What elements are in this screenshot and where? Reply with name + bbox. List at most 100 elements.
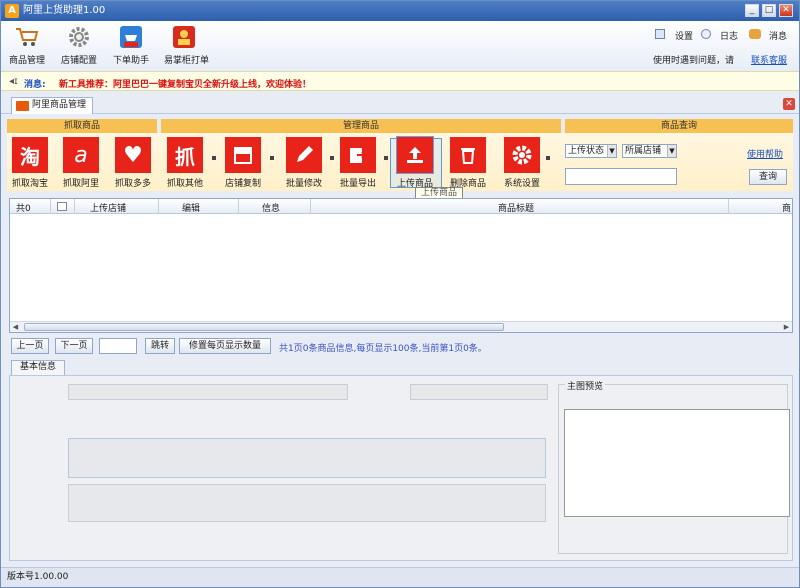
print-order-label: 易掌柜打单 [164, 56, 210, 66]
batch-edit-label: 批量修改 [285, 179, 322, 189]
detail-field-desc[interactable] [68, 438, 546, 478]
fetch-duoduo-button[interactable]: ♥ 抓取多多 [113, 137, 153, 189]
cart-icon [14, 24, 40, 50]
system-settings-button[interactable]: 系统设置 [502, 137, 542, 189]
horizontal-scrollbar[interactable]: ◀ ▶ [10, 321, 792, 332]
col-separator [310, 199, 311, 214]
shop-copy-button[interactable]: 店铺复制 [223, 137, 263, 189]
fetch-ali-button[interactable]: a 抓取阿里 [61, 137, 101, 189]
main-image-area [564, 409, 790, 517]
app-logo-icon: A [5, 4, 19, 18]
batch-edit-button[interactable]: 批量修改 [284, 137, 324, 189]
col-upload-shop[interactable]: 上传店铺 [90, 201, 126, 214]
app-window: A 阿里上货助理1.00 _ □ ✕ 商品管理 店铺配置 下单助手 易掌柜打单 … [0, 0, 800, 588]
select-all-checkbox[interactable] [57, 202, 67, 211]
fetch-other-label: 抓取其他 [166, 179, 203, 189]
fetch-other-button[interactable]: 抓 抓取其他 [165, 137, 205, 189]
shop-copy-label: 店铺复制 [224, 179, 261, 189]
batch-export-label: 批量导出 [339, 179, 376, 189]
col-info[interactable]: 信息 [262, 201, 280, 214]
close-button[interactable]: ✕ [779, 4, 793, 17]
trash-icon [450, 137, 486, 173]
scroll-right-icon[interactable]: ▶ [781, 322, 792, 332]
log-icon [701, 29, 711, 39]
chevron-down-icon: ▼ [607, 145, 616, 157]
scroll-thumb[interactable] [24, 323, 504, 331]
detail-field-title[interactable] [68, 384, 348, 400]
group-fetch-header: 抓取商品 [7, 119, 157, 133]
order-helper-icon [118, 24, 144, 50]
settings-link[interactable]: 设置 [675, 29, 693, 42]
product-grid: 共0 上传店铺 编辑 信息 商品标题 商 ◀ ▶ [9, 198, 793, 333]
detail-field-attrs[interactable] [68, 484, 546, 522]
fetch-ali-label: 抓取阿里 [62, 179, 99, 189]
next-page-button[interactable]: 下一页 [55, 338, 93, 354]
col-title[interactable]: 商品标题 [498, 201, 534, 214]
minimize-button[interactable]: _ [745, 4, 759, 17]
upload-status-select[interactable]: 上传状态 ▼ [565, 144, 617, 158]
search-button[interactable]: 查询 [749, 169, 787, 185]
batch-export-button[interactable]: 批量导出 [338, 137, 378, 189]
scroll-left-icon[interactable]: ◀ [10, 322, 21, 332]
store-icon [225, 137, 261, 173]
tab-icon [16, 101, 29, 111]
dropdown-arrow-icon[interactable] [270, 156, 274, 160]
jump-button[interactable]: 跳转 [145, 338, 175, 354]
help-link[interactable]: 使用帮助 [747, 147, 783, 160]
col-count: 共0 [16, 204, 31, 214]
shop-config-label: 店铺配置 [60, 56, 97, 66]
speaker-icon: ◂ɪ [9, 76, 18, 87]
title-bar: A 阿里上货助理1.00 _ □ ✕ [1, 1, 799, 21]
order-helper-button[interactable]: 下单助手 [111, 24, 151, 66]
main-image-preview: 主图预览 [558, 379, 790, 554]
dropdown-arrow-icon[interactable] [330, 156, 334, 160]
col-extra[interactable]: 商 [782, 201, 791, 214]
upload-icon [396, 136, 434, 174]
col-separator [50, 199, 51, 214]
detail-field-price[interactable] [410, 384, 548, 400]
pager: 上一页 下一页 跳转 修置每页显示数量 共1页0条商品信息,每页显示100条,当… [9, 338, 793, 358]
fetch-taobao-button[interactable]: 淘 抓取淘宝 [10, 137, 50, 189]
window-title: 阿里上货助理1.00 [23, 5, 106, 16]
product-manage-label: 商品管理 [8, 56, 45, 66]
delete-product-button[interactable]: 删除商品 [448, 137, 488, 189]
shop-filter-select[interactable]: 所属店铺 ▼ [622, 144, 677, 158]
log-link[interactable]: 日志 [720, 29, 738, 42]
page-size-button[interactable]: 修置每页显示数量 [179, 338, 271, 354]
tab-close-icon[interactable]: ✕ [783, 98, 795, 110]
search-input[interactable] [565, 168, 677, 185]
col-edit[interactable]: 编辑 [182, 201, 200, 214]
page-number-input[interactable] [99, 338, 137, 354]
message-text[interactable]: 新工具推荐：阿里巴巴一键复制宝贝全新升级上线，欢迎体验！ [59, 77, 311, 90]
shop-config-button[interactable]: 店铺配置 [59, 24, 99, 66]
dropdown-arrow-icon[interactable] [212, 156, 216, 160]
settings-gear-icon [504, 137, 540, 173]
message-bar: ◂ɪ 消息: 新工具推荐：阿里巴巴一键复制宝贝全新升级上线，欢迎体验！ [1, 71, 799, 91]
tab-ali-products[interactable]: 阿里商品管理 [11, 97, 94, 114]
main-image-label: 主图预览 [565, 379, 606, 392]
detail-panel: 主图预览 [9, 375, 793, 561]
upload-status-label: 上传状态 [568, 146, 605, 156]
pager-info: 共1页0条商品信息,每页显示100条,当前第1页0条。 [279, 344, 487, 354]
tab-strip: 阿里商品管理 ✕ [1, 94, 799, 114]
maximize-button[interactable]: □ [762, 4, 776, 17]
group-query-header: 商品查询 [565, 119, 793, 133]
print-order-button[interactable]: 易掌柜打单 [164, 24, 210, 66]
messages-link[interactable]: 消息 [769, 29, 787, 42]
dropdown-arrow-icon[interactable] [546, 156, 550, 160]
prev-page-button[interactable]: 上一页 [11, 338, 49, 354]
tab-basic-info[interactable]: 基本信息 [11, 360, 66, 375]
dropdown-arrow-icon[interactable] [384, 156, 388, 160]
settings-icon [655, 29, 665, 39]
message-label: 消息: [24, 80, 46, 90]
export-icon [340, 137, 376, 173]
col-separator [728, 199, 729, 214]
group-manage-header: 管理商品 [161, 119, 561, 133]
main-toolbar: 商品管理 店铺配置 下单助手 易掌柜打单 设置 日志 消息 使用时遇到问题，请 … [1, 21, 799, 71]
upload-product-button[interactable]: 上传商品 [395, 136, 435, 189]
contact-service-link[interactable]: 联系客服 [751, 53, 787, 66]
system-settings-label: 系统设置 [503, 179, 540, 189]
col-separator [158, 199, 159, 214]
product-manage-button[interactable]: 商品管理 [7, 24, 47, 66]
fetch-taobao-label: 抓取淘宝 [11, 179, 48, 189]
